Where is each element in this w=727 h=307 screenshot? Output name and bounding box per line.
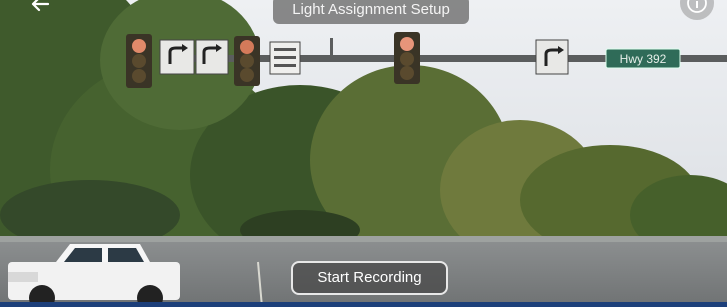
info-icon	[687, 0, 707, 13]
traffic-light-left	[126, 34, 152, 88]
turn-sign-far	[535, 39, 569, 75]
arrow-left-icon	[31, 0, 50, 12]
page-title: Light Assignment Setup	[273, 0, 469, 24]
street-name-text: Hwy 392	[620, 52, 667, 66]
traffic-light-middle	[234, 36, 260, 86]
back-button[interactable]	[28, 0, 52, 14]
turn-sign-right	[195, 39, 229, 75]
info-button[interactable]	[680, 0, 714, 20]
turn-sign-left	[159, 39, 195, 75]
bottom-bar	[0, 302, 727, 307]
traffic-light-right	[394, 32, 420, 84]
start-recording-button[interactable]: Start Recording	[291, 261, 448, 295]
regulatory-sign	[269, 41, 301, 75]
street-name-sign: Hwy 392	[605, 48, 681, 69]
